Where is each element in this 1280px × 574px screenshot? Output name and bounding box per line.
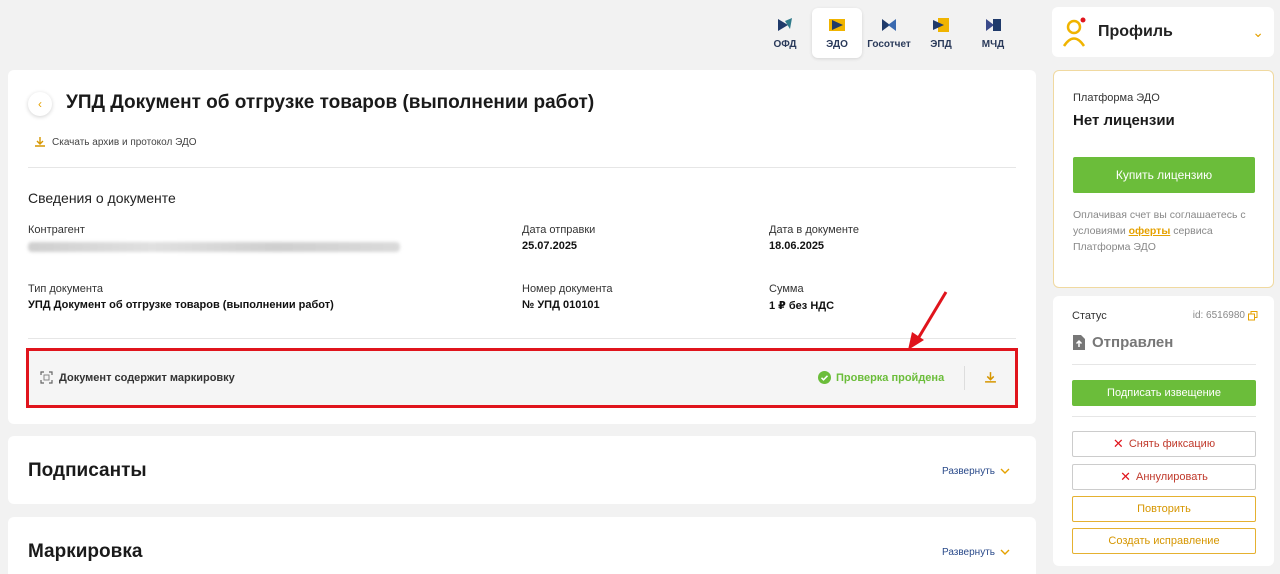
nav-mchd[interactable]: МЧД — [968, 8, 1018, 58]
marking-expand-button[interactable]: Развернуть — [942, 547, 1010, 558]
nav-label: МЧД — [981, 38, 1005, 50]
id-text: id: 6516980 — [1192, 310, 1245, 321]
chevron-left-icon: ‹ — [38, 97, 42, 111]
counterparty-blurred-value — [28, 242, 400, 252]
field-value: УПД Документ об отгрузке товаров (выполн… — [28, 299, 334, 311]
download-archive-link[interactable]: Скачать архив и протокол ЭДО — [34, 136, 197, 148]
profile-menu[interactable]: Профиль ⌄ — [1052, 7, 1274, 57]
divider — [1072, 416, 1256, 417]
field-doc-date: Дата в документе 18.06.2025 — [769, 224, 859, 252]
nav-label: ОФД — [773, 38, 797, 50]
divider — [1072, 364, 1256, 365]
document-id[interactable]: id: 6516980 — [1193, 310, 1258, 321]
signers-title: Подписанты — [28, 460, 147, 481]
chevron-down-icon: ⌄ — [1252, 23, 1264, 40]
field-label: Тип документа — [28, 283, 104, 295]
field-doc-number: Номер документа № УПД 010101 — [522, 283, 613, 311]
marking-card: Маркировка Развернуть — [8, 517, 1036, 574]
license-panel: Платформа ЭДО Нет лицензии Купить лиценз… — [1053, 70, 1274, 288]
document-upload-icon — [1073, 335, 1085, 350]
status-label: Статус — [1072, 310, 1107, 322]
ofd-icon — [778, 17, 792, 31]
nav-gosotchet[interactable]: Госотчет — [864, 8, 914, 58]
buy-license-button[interactable]: Купить лицензию — [1073, 157, 1255, 193]
page-title: УПД Документ об отгрузке товаров (выполн… — [66, 92, 595, 113]
button-label: Снять фиксацию — [1128, 438, 1216, 450]
close-icon: ✕ — [1120, 469, 1131, 484]
field-sum: Сумма 1 ₽ без НДС — [769, 283, 834, 312]
field-value: № УПД 010101 — [522, 299, 600, 311]
download-icon — [35, 137, 45, 147]
field-value: 25.07.2025 — [522, 240, 578, 252]
annotation-arrow-icon — [908, 291, 948, 350]
close-icon: ✕ — [1112, 436, 1124, 451]
field-label: Контрагент — [28, 224, 85, 236]
mchd-icon — [986, 18, 1001, 31]
offer-link[interactable]: оферты — [1129, 225, 1171, 237]
field-label: Номер документа — [522, 283, 613, 295]
nav-ofd[interactable]: ОФД — [760, 8, 810, 58]
nav-edo[interactable]: ЭДО — [812, 8, 862, 58]
status-text: Отправлен — [1092, 334, 1174, 351]
gosotchet-icon — [882, 18, 896, 31]
profile-name: Профиль — [1098, 23, 1173, 40]
nav-label: Госотчет — [867, 38, 911, 50]
nav-label: ЭДО — [826, 38, 848, 50]
download-label: Скачать архив и протокол ЭДО — [52, 136, 197, 148]
field-label: Сумма — [769, 283, 804, 295]
annul-button[interactable]: ✕ Аннулировать — [1072, 464, 1256, 490]
divider — [28, 167, 1016, 168]
expand-label: Развернуть — [941, 466, 995, 477]
highlight-box — [26, 348, 1018, 408]
avatar-icon — [1062, 17, 1088, 47]
field-counterparty: Контрагент — [28, 224, 400, 252]
repeat-button[interactable]: Повторить — [1072, 496, 1256, 522]
license-state: Нет лицензии — [1073, 112, 1175, 129]
copy-icon — [1248, 310, 1258, 320]
field-sent-date: Дата отправки 25.07.2025 — [522, 224, 595, 252]
create-fix-button[interactable]: Создать исправление — [1072, 528, 1256, 554]
unfix-button[interactable]: ✕ Снять фиксацию — [1072, 431, 1256, 457]
field-value: 1 ₽ без НДС — [769, 300, 835, 312]
sign-notice-button[interactable]: Подписать извещение — [1072, 380, 1256, 406]
signers-expand-button[interactable]: Развернуть — [942, 466, 1010, 477]
chevron-down-icon — [1000, 549, 1010, 555]
button-label: Аннулировать — [1135, 471, 1208, 483]
nav-label: ЭПД — [930, 38, 952, 50]
field-label: Дата отправки — [522, 224, 596, 236]
license-note: Оплачивая счет вы соглашаетесь с условия… — [1073, 207, 1259, 255]
back-button[interactable]: ‹ — [28, 92, 52, 116]
signers-card: Подписанты Развернуть — [8, 436, 1036, 504]
field-doc-type: Тип документа УПД Документ об отгрузке т… — [28, 283, 334, 311]
nav-epd[interactable]: ЭПД — [916, 8, 966, 58]
chevron-down-icon — [1000, 468, 1010, 474]
document-card: ‹ УПД Документ об отгрузке товаров (выпо… — [8, 70, 1036, 424]
top-nav: ОФД ЭДО Госотчет ЭПД МЧД — [760, 8, 1018, 58]
edo-icon — [829, 18, 845, 31]
field-label: Дата в документе — [769, 224, 859, 236]
marking-section-title: Маркировка — [28, 541, 143, 562]
status-value: Отправлен — [1072, 334, 1173, 351]
epd-icon — [933, 17, 949, 32]
platform-label: Платформа ЭДО — [1073, 92, 1160, 104]
status-panel: Статус id: 6516980 Отправлен Подписать и… — [1053, 296, 1274, 566]
expand-label: Развернуть — [941, 547, 995, 558]
field-value: 18.06.2025 — [769, 240, 825, 252]
section-title: Сведения о документе — [28, 190, 176, 206]
divider — [28, 338, 1016, 339]
